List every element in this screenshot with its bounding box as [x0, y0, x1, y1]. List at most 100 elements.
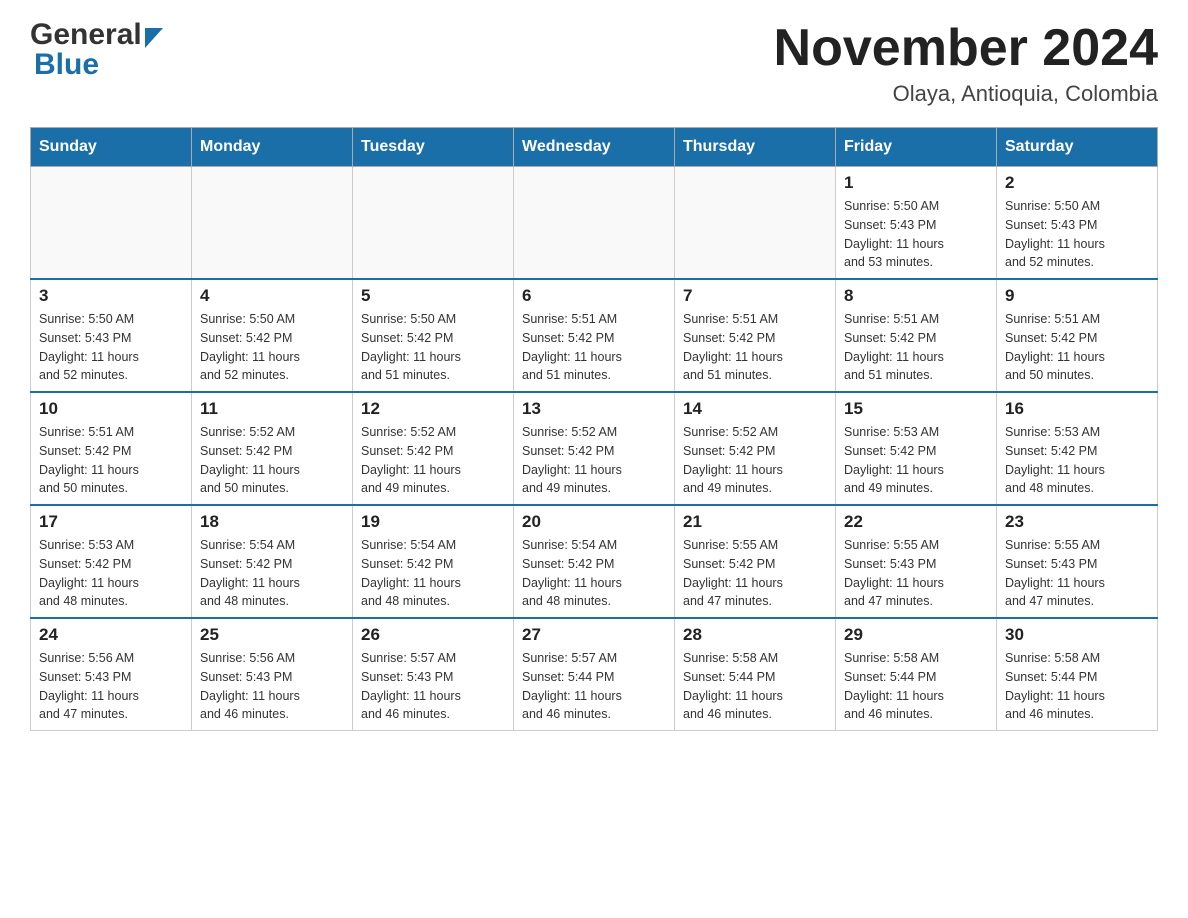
table-row: 10Sunrise: 5:51 AMSunset: 5:42 PMDayligh…: [31, 392, 192, 505]
day-number: 28: [683, 625, 827, 645]
header-tuesday: Tuesday: [353, 128, 514, 167]
day-info: Sunrise: 5:51 AMSunset: 5:42 PMDaylight:…: [1005, 310, 1149, 385]
logo: General Blue: [30, 20, 163, 80]
day-number: 2: [1005, 173, 1149, 193]
day-info: Sunrise: 5:54 AMSunset: 5:42 PMDaylight:…: [200, 536, 344, 611]
table-row: [31, 167, 192, 280]
day-info: Sunrise: 5:57 AMSunset: 5:44 PMDaylight:…: [522, 649, 666, 724]
day-info: Sunrise: 5:58 AMSunset: 5:44 PMDaylight:…: [1005, 649, 1149, 724]
day-number: 24: [39, 625, 183, 645]
day-info: Sunrise: 5:58 AMSunset: 5:44 PMDaylight:…: [683, 649, 827, 724]
day-info: Sunrise: 5:57 AMSunset: 5:43 PMDaylight:…: [361, 649, 505, 724]
day-info: Sunrise: 5:56 AMSunset: 5:43 PMDaylight:…: [200, 649, 344, 724]
header-monday: Monday: [192, 128, 353, 167]
day-number: 7: [683, 286, 827, 306]
table-row: 7 Sunrise: 5:51 AMSunset: 5:42 PMDaylight…: [675, 279, 836, 392]
day-info: Sunrise: 5:58 AMSunset: 5:44 PMDaylight:…: [844, 649, 988, 724]
day-info: Sunrise: 5:55 AMSunset: 5:43 PMDaylight:…: [1005, 536, 1149, 611]
day-number: 3: [39, 286, 183, 306]
day-info: Sunrise: 5:52 AMSunset: 5:42 PMDaylight:…: [683, 423, 827, 498]
table-row: 24 Sunrise: 5:56 AMSunset: 5:43 PMDayligh…: [31, 618, 192, 731]
day-number: 4: [200, 286, 344, 306]
day-number: 26: [361, 625, 505, 645]
page-header: General Blue November 2024 Olaya, Antioq…: [30, 20, 1158, 107]
day-info: Sunrise: 5:54 AMSunset: 5:42 PMDaylight:…: [361, 536, 505, 611]
table-row: [514, 167, 675, 280]
calendar-week-row: 1 Sunrise: 5:50 AMSunset: 5:43 PMDaylight…: [31, 167, 1158, 280]
day-number: 19: [361, 512, 505, 532]
day-info: Sunrise: 5:51 AMSunset: 5:42 PMDaylight:…: [39, 423, 183, 498]
day-number: 5: [361, 286, 505, 306]
day-number: 12: [361, 399, 505, 419]
table-row: 27 Sunrise: 5:57 AMSunset: 5:44 PMDayligh…: [514, 618, 675, 731]
table-row: 4Sunrise: 5:50 AMSunset: 5:42 PMDaylight…: [192, 279, 353, 392]
table-row: 21 Sunrise: 5:55 AMSunset: 5:42 PMDayligh…: [675, 505, 836, 618]
calendar-header-row: Sunday Monday Tuesday Wednesday Thursday…: [31, 128, 1158, 167]
day-info: Sunrise: 5:51 AMSunset: 5:42 PMDaylight:…: [522, 310, 666, 385]
day-number: 15: [844, 399, 988, 419]
table-row: 13 Sunrise: 5:52 AMSunset: 5:42 PMDayligh…: [514, 392, 675, 505]
table-row: 25 Sunrise: 5:56 AMSunset: 5:43 PMDayligh…: [192, 618, 353, 731]
calendar-week-row: 3 Sunrise: 5:50 AMSunset: 5:43 PMDaylight…: [31, 279, 1158, 392]
logo-arrow-icon: [145, 28, 163, 48]
day-number: 20: [522, 512, 666, 532]
header-thursday: Thursday: [675, 128, 836, 167]
day-info: Sunrise: 5:51 AMSunset: 5:42 PMDaylight:…: [683, 310, 827, 385]
table-row: 5Sunrise: 5:50 AMSunset: 5:42 PMDaylight…: [353, 279, 514, 392]
day-number: 25: [200, 625, 344, 645]
calendar-week-row: 17 Sunrise: 5:53 AMSunset: 5:42 PMDayligh…: [31, 505, 1158, 618]
day-number: 16: [1005, 399, 1149, 419]
table-row: 22 Sunrise: 5:55 AMSunset: 5:43 PMDayligh…: [836, 505, 997, 618]
header-friday: Friday: [836, 128, 997, 167]
table-row: 9Sunrise: 5:51 AMSunset: 5:42 PMDaylight…: [997, 279, 1158, 392]
month-title: November 2024: [774, 20, 1158, 77]
day-number: 27: [522, 625, 666, 645]
table-row: 6 Sunrise: 5:51 AMSunset: 5:42 PMDaylight…: [514, 279, 675, 392]
day-info: Sunrise: 5:51 AMSunset: 5:42 PMDaylight:…: [844, 310, 988, 385]
table-row: 2 Sunrise: 5:50 AMSunset: 5:43 PMDaylight…: [997, 167, 1158, 280]
day-info: Sunrise: 5:55 AMSunset: 5:43 PMDaylight:…: [844, 536, 988, 611]
day-info: Sunrise: 5:56 AMSunset: 5:43 PMDaylight:…: [39, 649, 183, 724]
table-row: [353, 167, 514, 280]
table-row: 28 Sunrise: 5:58 AMSunset: 5:44 PMDayligh…: [675, 618, 836, 731]
day-info: Sunrise: 5:50 AMSunset: 5:43 PMDaylight:…: [1005, 197, 1149, 272]
day-number: 6: [522, 286, 666, 306]
header-wednesday: Wednesday: [514, 128, 675, 167]
table-row: 30 Sunrise: 5:58 AMSunset: 5:44 PMDayligh…: [997, 618, 1158, 731]
day-number: 29: [844, 625, 988, 645]
day-number: 21: [683, 512, 827, 532]
day-number: 17: [39, 512, 183, 532]
table-row: [192, 167, 353, 280]
day-info: Sunrise: 5:50 AMSunset: 5:43 PMDaylight:…: [844, 197, 988, 272]
day-info: Sunrise: 5:50 AMSunset: 5:43 PMDaylight:…: [39, 310, 183, 385]
table-row: 29 Sunrise: 5:58 AMSunset: 5:44 PMDayligh…: [836, 618, 997, 731]
logo-blue-text: Blue: [30, 48, 99, 81]
day-number: 14: [683, 399, 827, 419]
table-row: 14 Sunrise: 5:52 AMSunset: 5:42 PMDayligh…: [675, 392, 836, 505]
day-number: 8: [844, 286, 988, 306]
day-info: Sunrise: 5:53 AMSunset: 5:42 PMDaylight:…: [1005, 423, 1149, 498]
day-info: Sunrise: 5:52 AMSunset: 5:42 PMDaylight:…: [200, 423, 344, 498]
table-row: 17 Sunrise: 5:53 AMSunset: 5:42 PMDayligh…: [31, 505, 192, 618]
table-row: 26 Sunrise: 5:57 AMSunset: 5:43 PMDayligh…: [353, 618, 514, 731]
table-row: 16 Sunrise: 5:53 AMSunset: 5:42 PMDayligh…: [997, 392, 1158, 505]
day-number: 1: [844, 173, 988, 193]
logo-general-text: General: [30, 20, 142, 50]
day-info: Sunrise: 5:52 AMSunset: 5:42 PMDaylight:…: [522, 423, 666, 498]
day-number: 23: [1005, 512, 1149, 532]
day-info: Sunrise: 5:54 AMSunset: 5:42 PMDaylight:…: [522, 536, 666, 611]
table-row: 18Sunrise: 5:54 AMSunset: 5:42 PMDayligh…: [192, 505, 353, 618]
table-row: 19 Sunrise: 5:54 AMSunset: 5:42 PMDayligh…: [353, 505, 514, 618]
calendar-table: Sunday Monday Tuesday Wednesday Thursday…: [30, 127, 1158, 731]
day-number: 22: [844, 512, 988, 532]
day-number: 11: [200, 399, 344, 419]
day-info: Sunrise: 5:53 AMSunset: 5:42 PMDaylight:…: [39, 536, 183, 611]
day-info: Sunrise: 5:55 AMSunset: 5:42 PMDaylight:…: [683, 536, 827, 611]
day-info: Sunrise: 5:53 AMSunset: 5:42 PMDaylight:…: [844, 423, 988, 498]
table-row: 3 Sunrise: 5:50 AMSunset: 5:43 PMDaylight…: [31, 279, 192, 392]
day-number: 13: [522, 399, 666, 419]
header-saturday: Saturday: [997, 128, 1158, 167]
table-row: 23 Sunrise: 5:55 AMSunset: 5:43 PMDayligh…: [997, 505, 1158, 618]
location-title: Olaya, Antioquia, Colombia: [774, 81, 1158, 107]
day-number: 30: [1005, 625, 1149, 645]
